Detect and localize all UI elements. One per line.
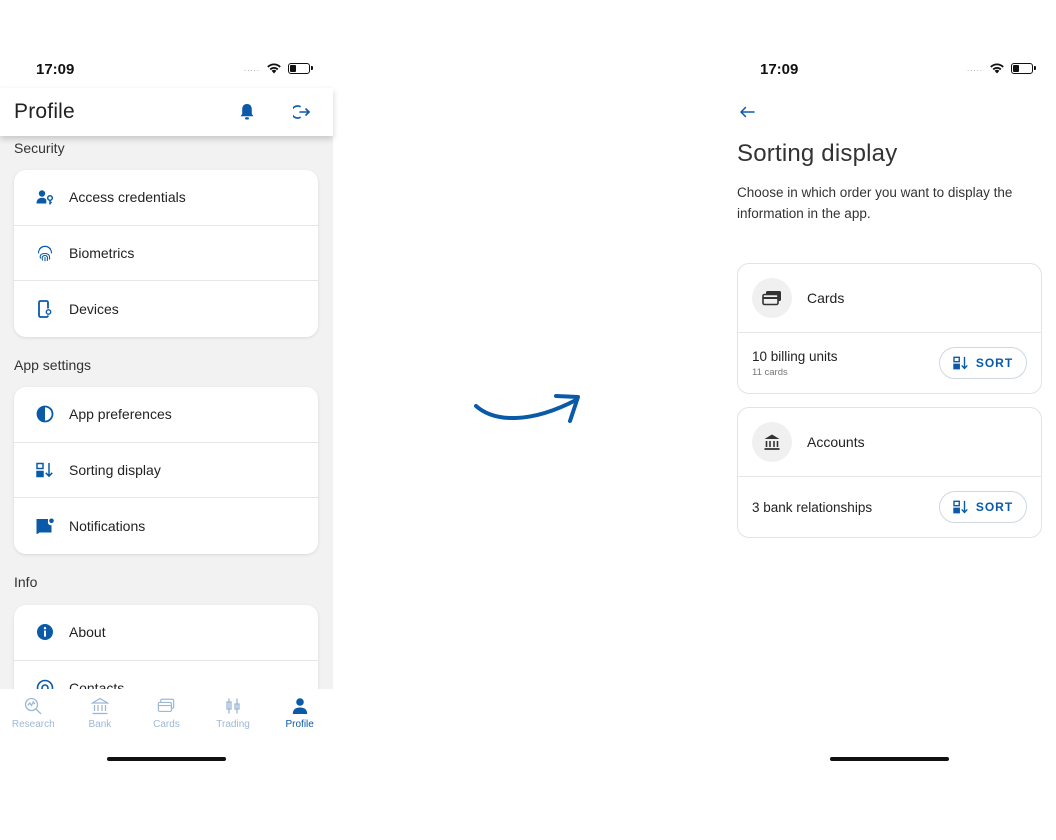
menu-item-app-preferences[interactable]: App preferences: [14, 387, 318, 443]
sort-card-accounts: Accounts 3 bank relationships SORT: [737, 407, 1042, 538]
tab-label: Trading: [216, 719, 250, 730]
menu-item-label: About: [69, 624, 106, 641]
profile-content: Security Access credentials Biometrics D…: [0, 136, 333, 689]
menu-item-sorting-display[interactable]: Sorting display: [14, 443, 318, 498]
home-indicator[interactable]: [830, 757, 949, 761]
wifi-icon: [267, 63, 281, 74]
battery-icon: [288, 62, 314, 74]
status-icons: .....: [967, 62, 1037, 74]
sort-card-info: 3 bank relationships: [752, 500, 939, 515]
transition-arrow-icon: [474, 394, 580, 423]
fingerprint-icon: [36, 244, 54, 262]
bank-icon: [90, 697, 109, 715]
sort-button-label: SORT: [975, 356, 1014, 370]
battery-icon: [1011, 62, 1037, 74]
sort-card-body: 3 bank relationships SORT: [738, 477, 1041, 537]
status-time: 17:09: [760, 61, 799, 78]
menu-item-contacts[interactable]: Contacts: [14, 661, 318, 689]
notification-badge-icon: [36, 517, 54, 535]
menu-item-label: Contacts: [69, 680, 125, 689]
sort-card-title: Cards: [807, 290, 845, 306]
section-label-security: Security: [14, 140, 65, 156]
bottom-tab-bar: Research Bank Cards Trading Profile: [0, 689, 333, 739]
sort-icon: [953, 500, 968, 514]
tab-label: Profile: [285, 719, 314, 730]
menu-item-about[interactable]: About: [14, 605, 318, 661]
cards-count: 11 cards: [752, 366, 788, 378]
signal-dots: .....: [967, 63, 984, 73]
sort-card-cards: Cards 10 billing units 11 cards SORT: [737, 263, 1042, 394]
sort-icon: [36, 461, 54, 479]
sorting-display-screen: 17:09 ..... Sorting display Choose in wh…: [722, 0, 1056, 840]
back-arrow-icon[interactable]: [738, 103, 756, 121]
profile-header: Profile: [0, 88, 333, 136]
sort-icon: [953, 356, 968, 370]
bank-icon: [752, 422, 792, 462]
menu-item-label: App preferences: [69, 406, 172, 423]
tab-research[interactable]: Research: [0, 689, 67, 739]
sort-cards-button[interactable]: SORT: [939, 347, 1027, 379]
device-settings-icon: [36, 299, 54, 318]
sort-card-header: Cards: [738, 264, 1041, 333]
page-title: Profile: [14, 100, 75, 123]
sort-accounts-button[interactable]: SORT: [939, 491, 1027, 523]
menu-item-devices[interactable]: Devices: [14, 281, 318, 337]
menu-item-label: Biometrics: [69, 244, 135, 261]
wifi-icon: [990, 63, 1004, 74]
cards-icon: [752, 278, 792, 318]
contrast-icon: [36, 405, 54, 423]
menu-item-access-credentials[interactable]: Access credentials: [14, 170, 318, 226]
info-icon: [36, 623, 54, 641]
sort-card-info: 10 billing units 11 cards: [752, 349, 939, 378]
security-group: Access credentials Biometrics Devices: [14, 170, 318, 337]
section-label-info: Info: [14, 574, 38, 590]
person-icon: [291, 697, 309, 715]
menu-item-label: Sorting display: [69, 461, 161, 478]
tab-label: Research: [11, 719, 55, 730]
tab-cards[interactable]: Cards: [133, 689, 200, 739]
logout-icon[interactable]: [292, 102, 312, 122]
sort-button-label: SORT: [975, 500, 1014, 514]
research-icon: [24, 697, 42, 715]
sort-card-body: 10 billing units 11 cards SORT: [738, 333, 1041, 393]
tab-bank[interactable]: Bank: [67, 689, 134, 739]
profile-screen: 17:09 ..... Profile Security Access cred…: [0, 0, 333, 840]
tab-label: Cards: [153, 719, 180, 730]
page-description: Choose in which order you want to displa…: [737, 185, 1013, 221]
billing-units-count: 10 billing units: [752, 348, 838, 364]
info-group: About Contacts: [14, 605, 318, 689]
status-time: 17:09: [36, 61, 75, 78]
contacts-icon: [36, 679, 54, 689]
menu-item-biometrics[interactable]: Biometrics: [14, 226, 318, 281]
tab-trading[interactable]: Trading: [200, 689, 267, 739]
tab-profile[interactable]: Profile: [266, 689, 333, 739]
menu-item-notifications[interactable]: Notifications: [14, 498, 318, 554]
sort-card-title: Accounts: [807, 434, 865, 450]
menu-item-label: Access credentials: [69, 189, 186, 206]
menu-item-label: Devices: [69, 300, 119, 317]
page-title: Sorting display: [737, 140, 898, 167]
home-indicator[interactable]: [107, 757, 226, 761]
tab-label: Bank: [88, 719, 112, 730]
sort-card-header: Accounts: [738, 408, 1041, 477]
user-key-icon: [36, 188, 54, 206]
cards-icon: [157, 697, 175, 715]
app-settings-group: App preferences Sorting display Notifica…: [14, 387, 318, 554]
status-icons: .....: [244, 62, 314, 74]
signal-dots: .....: [244, 63, 261, 73]
bell-icon[interactable]: [237, 102, 257, 122]
bank-relationships-count: 3 bank relationships: [752, 499, 873, 515]
section-label-app-settings: App settings: [14, 357, 92, 373]
menu-item-label: Notifications: [69, 517, 146, 534]
candlestick-icon: [224, 697, 242, 715]
